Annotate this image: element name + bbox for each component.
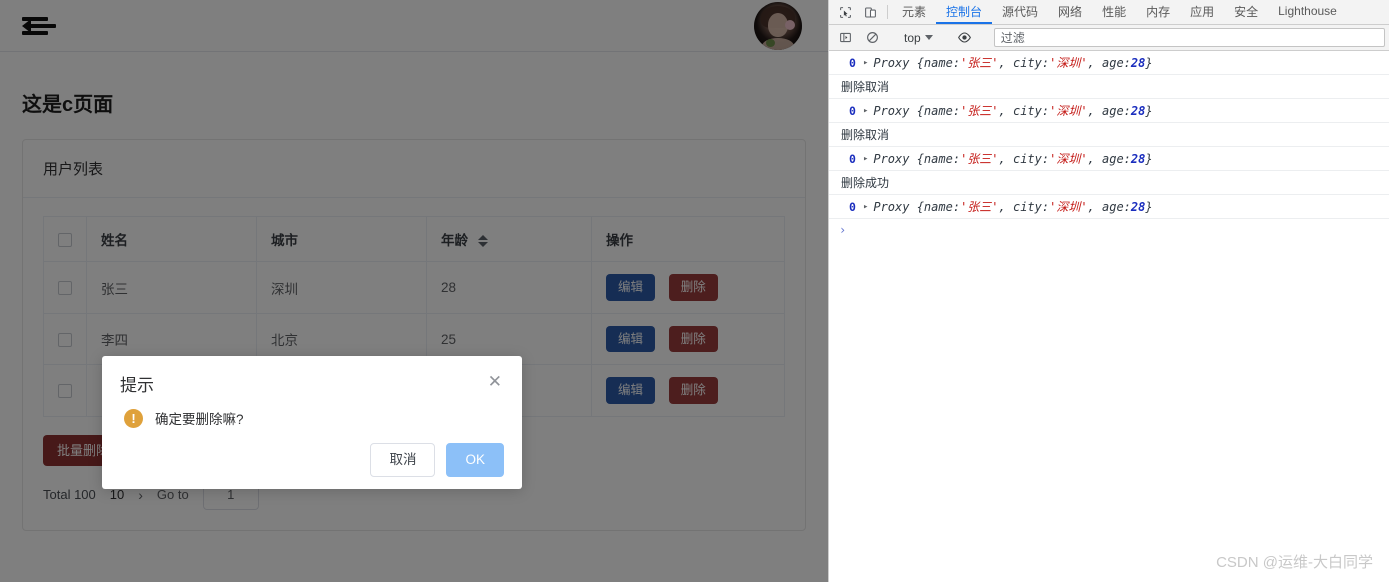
chevron-down-icon [924,35,933,40]
context-selector[interactable]: top [898,31,939,45]
toggle-device-toolbar-icon[interactable] [858,0,883,24]
ok-button[interactable]: OK [446,443,504,477]
expand-triangle-icon[interactable]: ▸ [863,202,868,212]
tab-console[interactable]: 控制台 [936,0,993,24]
toolbar-divider [887,5,888,19]
console-log-text: 删除成功 [829,171,1389,195]
log-object-suffix: , age: [1087,103,1131,118]
tab-performance[interactable]: 性能 [1092,0,1136,24]
log-value-name: '张三' [960,152,999,166]
console-log-object[interactable]: 0 ▸ Proxy {name: '张三' , city: '深圳' , age… [829,99,1389,123]
expand-triangle-icon[interactable]: ▸ [863,106,868,116]
log-object-mid: , city: [998,151,1050,166]
screenshot-root: 这是c页面 用户列表 姓名 城市 [0,0,1389,582]
log-object-mid: , city: [998,199,1050,214]
modal-overlay[interactable] [0,0,828,582]
confirm-dialog: 提示 ✕ ! 确定要删除嘛? 取消 OK [102,356,522,489]
log-count: 0 [849,103,856,118]
console-log-object[interactable]: 0 ▸ Proxy {name: '张三' , city: '深圳' , age… [829,195,1389,219]
console-output: 0 ▸ Proxy {name: '张三' , city: '深圳' , age… [829,51,1389,241]
log-object-mid: , city: [998,55,1050,70]
log-object-mid: , city: [998,103,1050,118]
log-count: 0 [849,199,856,214]
console-log-object[interactable]: 0 ▸ Proxy {name: '张三' , city: '深圳' , age… [829,51,1389,75]
tab-lighthouse[interactable]: Lighthouse [1268,0,1347,24]
web-app-pane: 这是c页面 用户列表 姓名 城市 [0,0,828,582]
console-log-text: 删除取消 [829,75,1389,99]
log-value-age: 28 [1130,151,1146,166]
log-object-close: } [1145,103,1153,118]
log-message: 删除取消 [841,128,890,142]
console-log-text: 删除取消 [829,123,1389,147]
log-value-city: '深圳' [1049,152,1088,166]
dialog-footer: 取消 OK [102,428,522,477]
log-value-city: '深圳' [1049,56,1088,70]
watermark: CSDN @运维-大白同学 [1216,554,1373,571]
dialog-header: 提示 ✕ [102,356,522,396]
log-object-suffix: , age: [1087,199,1131,214]
tab-elements[interactable]: 元素 [892,0,936,24]
tab-application[interactable]: 应用 [1180,0,1224,24]
log-object-suffix: , age: [1087,55,1131,70]
log-object-prefix: Proxy {name: [873,151,961,166]
log-message: 删除成功 [841,176,890,190]
log-object-prefix: Proxy {name: [873,199,961,214]
dialog-message-row: ! 确定要删除嘛? [102,396,522,428]
clear-console-icon[interactable] [860,31,885,44]
expand-triangle-icon[interactable]: ▸ [863,58,868,68]
log-object-close: } [1145,151,1153,166]
dialog-message: 确定要删除嘛? [155,412,244,427]
expand-triangle-icon[interactable]: ▸ [863,154,868,164]
live-expression-icon[interactable] [952,31,977,44]
log-value-age: 28 [1130,199,1146,214]
log-message: 删除取消 [841,80,890,94]
log-object-suffix: , age: [1087,151,1131,166]
context-selector-label: top [904,30,921,45]
log-value-name: '张三' [960,104,999,118]
tab-sources[interactable]: 源代码 [992,0,1048,24]
console-prompt[interactable]: › [829,219,1389,241]
filter-input[interactable]: 过滤 [993,28,1385,47]
dialog-title: 提示 [120,376,154,395]
cancel-button[interactable]: 取消 [370,443,436,477]
log-value-age: 28 [1130,103,1146,118]
log-value-city: '深圳' [1049,104,1088,118]
tab-security[interactable]: 安全 [1224,0,1268,24]
console-toolbar: top 过滤 [829,25,1389,51]
warning-icon: ! [124,408,143,428]
log-value-name: '张三' [960,56,999,70]
log-object-close: } [1145,199,1153,214]
log-object-prefix: Proxy {name: [873,55,961,70]
filter-placeholder: 过滤 [1000,31,1025,45]
log-count: 0 [849,55,856,70]
inspect-element-icon[interactable] [833,0,858,24]
console-sidebar-icon[interactable] [833,31,858,44]
close-icon[interactable]: ✕ [486,371,504,392]
tab-memory[interactable]: 内存 [1136,0,1180,24]
tab-network[interactable]: 网络 [1048,0,1092,24]
console-log-object[interactable]: 0 ▸ Proxy {name: '张三' , city: '深圳' , age… [829,147,1389,171]
log-value-city: '深圳' [1049,200,1088,214]
log-value-name: '张三' [960,200,999,214]
log-value-age: 28 [1130,55,1146,70]
devtools-tabbar: 元素 控制台 源代码 网络 性能 内存 应用 安全 Lighthouse [829,0,1389,25]
log-object-close: } [1145,55,1153,70]
devtools-pane: 元素 控制台 源代码 网络 性能 内存 应用 安全 Lighthouse top… [828,0,1389,582]
log-object-prefix: Proxy {name: [873,103,961,118]
log-count: 0 [849,151,856,166]
